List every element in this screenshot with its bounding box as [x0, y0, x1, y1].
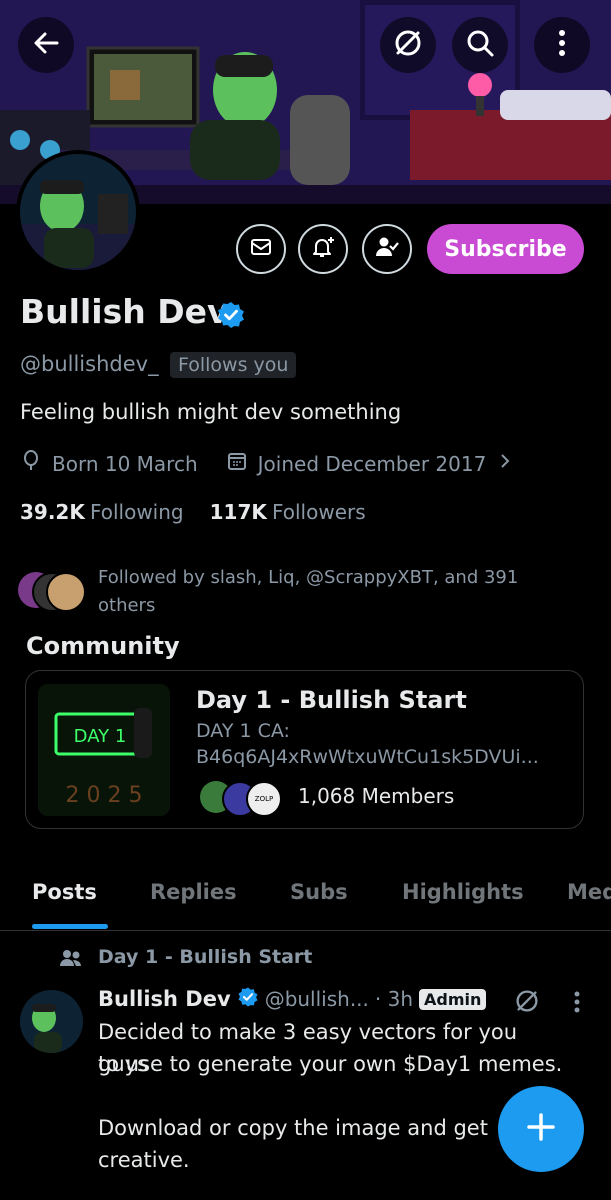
tab-replies[interactable]: Replies: [150, 880, 237, 904]
post-header: Bullish Dev @bullish... · 3h Admin: [98, 986, 487, 1012]
following-button[interactable]: [362, 224, 412, 274]
followed-by-avatars[interactable]: [18, 568, 86, 614]
joined-text: Joined December 2017: [257, 451, 487, 476]
balloon-icon: [20, 450, 42, 477]
followed-by-text[interactable]: Followed by slash, Liq, @ScrappyXBT, and…: [98, 564, 568, 620]
community-ca-value: B46q6AJ4xRwWtxuWtCu1sk5DVUi...: [196, 746, 539, 768]
profile-meta: Born 10 March Joined December 2017: [20, 450, 514, 477]
plus-icon: [524, 1110, 558, 1148]
follower-avatar: [46, 572, 86, 612]
followers-label: Followers: [271, 500, 366, 524]
profile-name-text: Bullish Dev: [20, 292, 229, 331]
more-options-button[interactable]: [534, 17, 590, 73]
post-author-avatar[interactable]: [20, 990, 83, 1053]
svg-text:2 0 2 5: 2 0 2 5: [66, 783, 143, 808]
circle-slash-icon[interactable]: [512, 986, 542, 1020]
envelope-icon: [249, 235, 273, 263]
community-image-text: DAY 1: [74, 726, 127, 747]
chevron-right-icon[interactable]: [496, 450, 514, 477]
community-member-avatars: ZOLP: [200, 781, 290, 817]
profile-avatar[interactable]: [16, 150, 140, 274]
follows-you-badge: Follows you: [170, 352, 297, 378]
tab-media[interactable]: Med: [567, 880, 611, 904]
following-label: Following: [89, 500, 184, 524]
community-members-count: 1,068 Members: [298, 784, 455, 808]
post-more-icon[interactable]: [572, 988, 582, 1020]
post-text-line: creative.: [98, 1148, 190, 1172]
post-author-name[interactable]: Bullish Dev: [98, 987, 231, 1011]
arrow-left-icon: [31, 28, 61, 62]
profile-stats: 39.2K Following 117K Followers: [20, 500, 366, 524]
tab-subs[interactable]: Subs: [290, 880, 348, 904]
notifications-button[interactable]: [298, 224, 348, 274]
profile-handle: @bullishdev_: [20, 352, 159, 376]
search-button[interactable]: [452, 17, 508, 73]
birthday-text: Born 10 March: [52, 451, 198, 476]
following-count: 39.2K: [20, 500, 85, 524]
message-button[interactable]: [236, 224, 286, 274]
compose-post-button[interactable]: [498, 1086, 584, 1172]
followers-count: 117K: [209, 500, 267, 524]
calendar-icon: [226, 450, 248, 477]
bell-plus-icon: [310, 234, 336, 264]
tab-posts[interactable]: Posts: [32, 880, 97, 904]
person-check-icon: [374, 234, 400, 264]
community-name: Day 1 - Bullish Start: [196, 686, 467, 714]
tabs-divider: [0, 930, 611, 931]
profile-bio: Feeling bullish might dev something: [20, 400, 402, 424]
admin-badge: Admin: [419, 988, 487, 1010]
post-time: · 3h: [374, 987, 414, 1011]
mute-toggle-button[interactable]: [380, 17, 436, 73]
following-stat[interactable]: 39.2K Following: [20, 500, 184, 524]
tab-highlights[interactable]: Highlights: [402, 880, 524, 904]
search-icon: [465, 28, 495, 62]
post-text-line: to use to generate your own $Day1 memes.: [98, 1052, 563, 1076]
post-author-handle[interactable]: @bullish...: [265, 987, 369, 1011]
verified-badge-icon: [237, 986, 259, 1012]
community-section-title: Community: [26, 632, 180, 660]
profile-name: Bullish Dev: [20, 292, 229, 331]
followers-stat[interactable]: 117K Followers: [210, 500, 366, 524]
community-ca-label: DAY 1 CA:: [196, 720, 290, 742]
active-tab-indicator: [32, 924, 108, 929]
circle-slash-icon: [392, 27, 424, 63]
back-button[interactable]: [18, 17, 74, 73]
subscribe-button[interactable]: Subscribe: [427, 224, 584, 274]
community-image: DAY 1 2 0 2 5: [38, 684, 170, 816]
post-community-context[interactable]: Day 1 - Bullish Start: [98, 946, 312, 968]
vertical-ellipsis-icon: [557, 28, 567, 62]
community-people-icon: [58, 946, 84, 976]
verified-badge-icon[interactable]: [216, 300, 246, 334]
member-avatar: ZOLP: [246, 781, 282, 817]
